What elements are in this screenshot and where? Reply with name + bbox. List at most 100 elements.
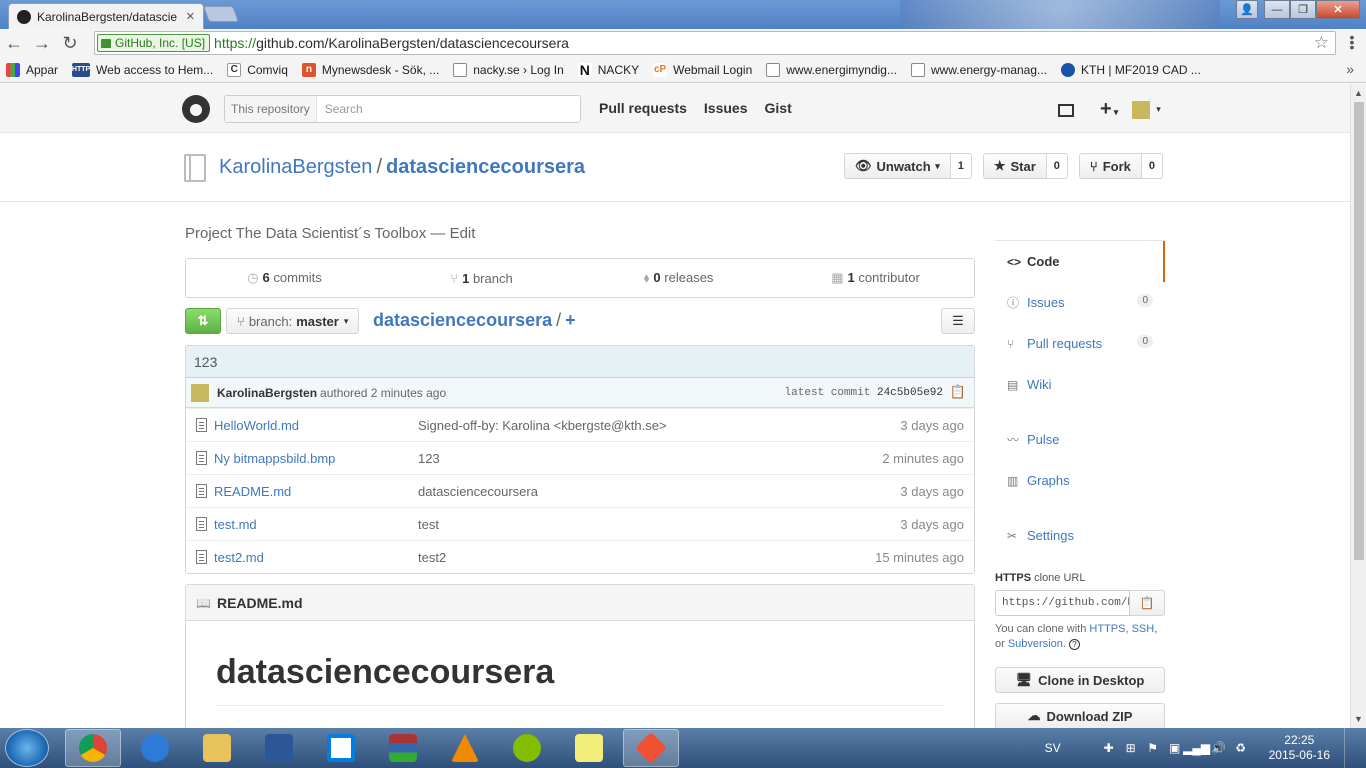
bookmark-item[interactable]: n Mynewsdesk - Sök, ...: [301, 62, 439, 77]
start-button[interactable]: [5, 729, 49, 767]
latest-commit-message[interactable]: 123: [186, 346, 974, 378]
url-text[interactable]: https://github.com/KarolinaBergsten/data…: [214, 35, 569, 51]
sidebar-item-issues[interactable]: ⓘ Issues 0: [995, 282, 1165, 323]
branches-link[interactable]: ⑂ 1 branch: [383, 271, 580, 286]
bookmark-item[interactable]: www.energy-manag...: [910, 62, 1047, 77]
back-button[interactable]: ←: [0, 30, 28, 56]
sidebar-item-graphs[interactable]: ▥ Graphs: [995, 460, 1165, 501]
taskbar-git[interactable]: [623, 729, 679, 767]
watch-count[interactable]: 1: [950, 153, 972, 179]
system-clock[interactable]: 22:25 2015-06-16: [1269, 733, 1330, 763]
minimize-button[interactable]: —: [1264, 0, 1290, 19]
star-button[interactable]: ★ Star: [982, 153, 1047, 179]
maximize-button[interactable]: ❐: [1290, 0, 1316, 19]
taskbar-explorer[interactable]: [189, 729, 245, 767]
network-signal-icon[interactable]: ▂▄▆: [1183, 740, 1210, 756]
file-commit-message[interactable]: test2: [418, 550, 446, 565]
address-bar[interactable]: GitHub, Inc. [US] https://github.com/Kar…: [94, 31, 1336, 55]
commit-author[interactable]: KarolinaBergsten: [217, 386, 317, 400]
bookmark-item[interactable]: nacky.se › Log In: [453, 62, 564, 77]
fork-count[interactable]: 0: [1141, 153, 1164, 179]
scroll-thumb[interactable]: [1354, 102, 1364, 560]
contributors-link[interactable]: ▦ 1 contributor: [777, 270, 974, 286]
taskbar-vlc[interactable]: [437, 729, 493, 767]
chrome-menu-icon[interactable]: • • •: [1344, 30, 1360, 54]
sync-icon[interactable]: ♻: [1233, 740, 1249, 756]
releases-link[interactable]: ⬧ 0 releases: [580, 270, 777, 286]
commits-link[interactable]: ◷ 6 commits: [186, 270, 383, 286]
nav-gist[interactable]: Gist: [765, 100, 792, 116]
search-input[interactable]: This repository Search: [224, 95, 581, 123]
sidebar-item-wiki[interactable]: ▤ Wiki: [995, 364, 1165, 405]
page-scrollbar[interactable]: ▲ ▼: [1350, 84, 1366, 728]
taskbar-sticky-notes[interactable]: [561, 729, 617, 767]
bookmark-item[interactable]: cP Webmail Login: [653, 62, 752, 77]
github-octocat-logo-icon[interactable]: [182, 95, 210, 123]
compare-button[interactable]: ⇅: [185, 308, 221, 334]
inbox-icon[interactable]: [1058, 104, 1074, 117]
browser-tab[interactable]: KarolinaBergsten/datascie ✕: [8, 3, 204, 29]
clipboard-icon[interactable]: 📋: [950, 384, 966, 400]
taskbar-word[interactable]: [251, 729, 307, 767]
breadcrumb-repo-link[interactable]: datasciencecoursera: [373, 310, 552, 330]
reload-button[interactable]: ↻: [56, 30, 84, 56]
nav-issues[interactable]: Issues: [704, 100, 748, 116]
scroll-up-arrow-icon[interactable]: ▲: [1354, 88, 1363, 98]
show-desktop-button[interactable]: [1344, 728, 1358, 768]
bookmark-item[interactable]: HTTP Web access to Hem...: [72, 62, 213, 77]
clone-subversion-link[interactable]: Subversion: [1008, 638, 1063, 650]
clone-in-desktop-button[interactable]: 🖥 Clone in Desktop: [995, 667, 1165, 693]
scroll-down-arrow-icon[interactable]: ▼: [1354, 714, 1363, 724]
taskbar-chrome[interactable]: [65, 729, 121, 767]
sidebar-item-code[interactable]: <> Code: [995, 241, 1165, 282]
device-icon[interactable]: ▣: [1167, 740, 1183, 756]
bookmark-item[interactable]: N NACKY: [577, 62, 639, 78]
taskbar-internet-explorer[interactable]: [127, 729, 183, 767]
file-name-link[interactable]: HelloWorld.md: [214, 418, 418, 433]
sidebar-item-pull-requests[interactable]: ⑂ Pull requests 0: [995, 323, 1165, 364]
file-name-link[interactable]: README.md: [214, 484, 418, 499]
file-commit-message[interactable]: test: [418, 517, 439, 532]
help-question-icon[interactable]: ?: [1069, 639, 1081, 650]
bookmark-item[interactable]: KTH | MF2019 CAD ...: [1061, 62, 1201, 77]
clone-ssh-link[interactable]: SSH: [1132, 623, 1155, 635]
new-tab-button[interactable]: [203, 6, 239, 22]
clone-url-input[interactable]: https://github.com/KarolinaBergsten/data…: [995, 590, 1130, 616]
file-name-link[interactable]: test.md: [214, 517, 418, 532]
star-count[interactable]: 0: [1046, 153, 1068, 179]
taskbar-winrar[interactable]: [375, 729, 431, 767]
create-new-icon[interactable]: + ▾: [1100, 98, 1118, 121]
chevron-down-icon[interactable]: ▾: [1156, 104, 1161, 115]
forward-button[interactable]: →: [28, 30, 56, 56]
download-zip-button[interactable]: ☁ Download ZIP: [995, 703, 1165, 728]
file-commit-message[interactable]: datasciencecoursera: [418, 484, 538, 499]
file-commit-message[interactable]: Signed-off-by: Karolina <kbergste@kth.se…: [418, 418, 667, 433]
volume-icon[interactable]: 🔊: [1211, 740, 1227, 756]
ev-certificate-badge[interactable]: GitHub, Inc. [US]: [97, 34, 211, 52]
language-indicator[interactable]: SV: [1045, 741, 1061, 755]
file-commit-message[interactable]: 123: [418, 451, 440, 466]
color-app-icon[interactable]: ✚: [1101, 740, 1117, 756]
avatar[interactable]: [1132, 100, 1151, 119]
sidebar-item-settings[interactable]: ✂ Settings: [995, 515, 1165, 556]
fork-button[interactable]: ⑂ Fork: [1078, 153, 1142, 179]
branch-select-button[interactable]: ⑂ branch: master ▾: [226, 308, 360, 334]
clone-https-link[interactable]: HTTPS: [1089, 623, 1125, 635]
taskbar-dropbox[interactable]: [313, 729, 369, 767]
close-window-button[interactable]: ✕: [1316, 0, 1360, 19]
avatar[interactable]: [191, 383, 209, 402]
repo-owner-link[interactable]: KarolinaBergsten: [219, 156, 372, 178]
windows-icon[interactable]: ⊞: [1123, 740, 1139, 756]
clipboard-icon[interactable]: 📋: [1130, 590, 1165, 616]
taskbar-spotify[interactable]: [499, 729, 555, 767]
tab-close-icon[interactable]: ✕: [186, 10, 195, 23]
action-center-flag-icon[interactable]: ⚑: [1145, 740, 1161, 756]
repo-name-link[interactable]: datasciencecoursera: [386, 156, 585, 178]
nav-pull-requests[interactable]: Pull requests: [599, 100, 687, 116]
user-profile-icon[interactable]: 👤: [1236, 0, 1258, 19]
list-view-button[interactable]: ☰: [941, 308, 975, 334]
unwatch-button[interactable]: 👁 Unwatch ▾: [844, 153, 951, 179]
bookmark-item[interactable]: Appar: [6, 62, 58, 77]
new-file-plus-link[interactable]: +: [565, 310, 576, 330]
commit-sha[interactable]: latest commit 24c5b05e92: [785, 387, 946, 399]
